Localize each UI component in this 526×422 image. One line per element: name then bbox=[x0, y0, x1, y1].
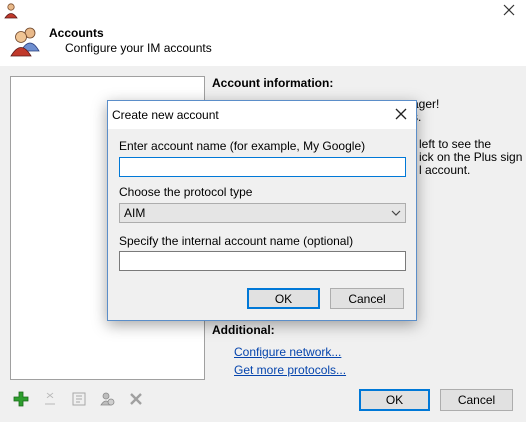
rename-icon[interactable] bbox=[42, 391, 58, 407]
account-name-input[interactable] bbox=[119, 157, 406, 177]
get-more-protocols-link[interactable]: Get more protocols... bbox=[234, 363, 346, 377]
dialog-title: Create new account bbox=[112, 108, 219, 122]
accounts-icon bbox=[10, 27, 40, 57]
protocol-select[interactable]: AIM bbox=[119, 203, 406, 223]
dialog-ok-button[interactable]: OK bbox=[247, 288, 320, 309]
create-account-dialog: Create new account Enter account name (f… bbox=[107, 100, 417, 321]
dialog-close-icon[interactable] bbox=[394, 107, 408, 121]
internal-name-label: Specify the internal account name (optio… bbox=[119, 234, 354, 248]
close-icon[interactable] bbox=[502, 3, 516, 17]
dialog-cancel-button[interactable]: Cancel bbox=[330, 288, 404, 309]
app-icon bbox=[4, 3, 18, 19]
page-subtitle: Configure your IM accounts bbox=[65, 41, 212, 55]
protocol-icon[interactable] bbox=[99, 391, 115, 407]
cancel-button[interactable]: Cancel bbox=[440, 389, 513, 411]
chevron-down-icon bbox=[391, 210, 401, 216]
info-text-line: l account. bbox=[419, 163, 471, 177]
protocol-selected-value: AIM bbox=[124, 206, 146, 220]
protocol-label: Choose the protocol type bbox=[119, 185, 253, 199]
ok-button[interactable]: OK bbox=[359, 389, 430, 411]
info-text-line: ick on the Plus sign bbox=[419, 150, 523, 164]
add-icon[interactable] bbox=[13, 391, 29, 407]
properties-icon[interactable] bbox=[71, 391, 87, 407]
delete-icon[interactable] bbox=[128, 391, 144, 407]
account-info-title: Account information: bbox=[212, 76, 334, 90]
info-text-line: left to see the bbox=[419, 137, 492, 151]
configure-network-link[interactable]: Configure network... bbox=[234, 345, 341, 359]
internal-name-input[interactable] bbox=[119, 251, 406, 271]
additional-title: Additional: bbox=[212, 323, 275, 337]
account-name-label: Enter account name (for example, My Goog… bbox=[119, 139, 366, 153]
page-title: Accounts bbox=[49, 26, 104, 40]
